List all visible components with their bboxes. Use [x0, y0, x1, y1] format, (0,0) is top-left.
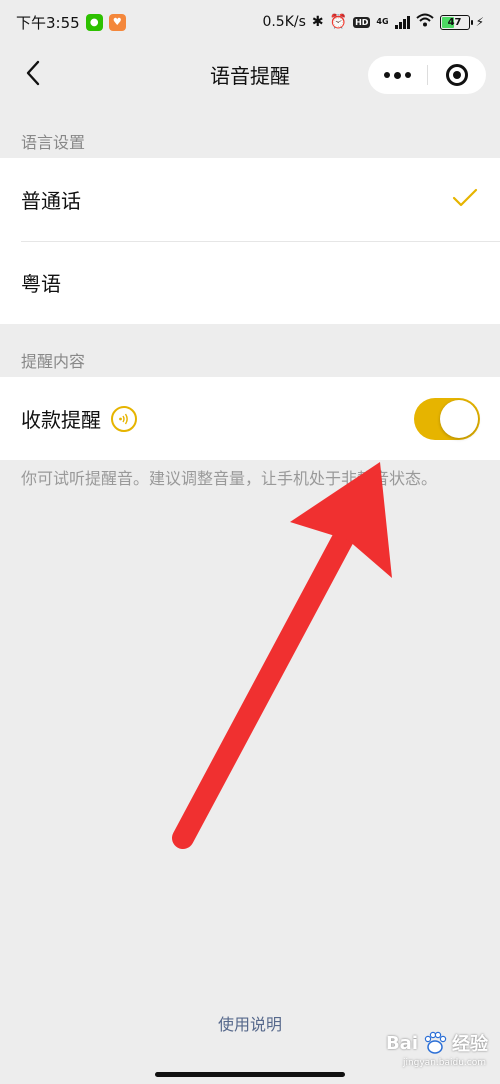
status-bar: 下午3:55 ● ♥ 0.5K/s ✱ ⏰ HD 4G 47 ⚡	[0, 0, 500, 44]
network-speed: 0.5K/s	[262, 14, 306, 30]
payment-alert-row: 收款提醒	[0, 377, 500, 460]
toggle-knob	[440, 400, 478, 438]
bluetooth-icon: ✱	[311, 14, 324, 30]
target-circle-icon	[445, 64, 468, 86]
hd-badge: HD	[353, 16, 371, 28]
reminder-content-group: 收款提醒	[0, 377, 500, 460]
app-notification-icon: ♥	[108, 13, 126, 31]
back-button[interactable]	[18, 58, 48, 88]
watermark-brand: Bai	[385, 1032, 418, 1054]
alarm-icon: ⏰	[329, 14, 348, 30]
more-button[interactable]	[368, 56, 427, 94]
home-indicator[interactable]	[155, 1072, 345, 1077]
nav-bar: 语音提醒	[0, 44, 500, 104]
language-option-mandarin[interactable]: 普通话	[0, 158, 500, 241]
language-option-cantonese[interactable]: 粤语	[0, 241, 500, 324]
hint-text: 你可试听提醒音。建议调整音量，让手机处于非静音状态。	[21, 469, 438, 488]
more-dots-icon	[383, 71, 411, 79]
language-option-label: 普通话	[21, 189, 81, 213]
close-mini-program-button[interactable]	[428, 56, 487, 94]
battery-level: 47	[447, 16, 462, 28]
charging-icon: ⚡	[475, 15, 484, 29]
paw-logo-icon	[424, 1031, 447, 1054]
battery-icon: 47	[439, 14, 473, 30]
language-options-group: 普通话 粤语	[0, 158, 500, 324]
baidu-jingyan-watermark: Bai 经验	[386, 1030, 488, 1056]
network-type: 4G	[376, 17, 389, 26]
play-sound-icon[interactable]	[111, 405, 137, 432]
watermark-brand-tail: 经验	[452, 1034, 488, 1055]
wechat-notification-icon: ●	[85, 13, 103, 31]
section-header-content: 提醒内容	[21, 352, 86, 371]
wifi-icon	[415, 13, 434, 31]
mini-program-capsule	[368, 56, 486, 94]
section-header-language: 语言设置	[21, 133, 86, 152]
payment-alert-label: 收款提醒	[21, 408, 101, 432]
checkmark-icon	[452, 188, 478, 207]
watermark-url: jingyan.baidu.com	[402, 1058, 486, 1068]
language-option-label: 粤语	[21, 272, 61, 296]
chevron-left-icon	[26, 60, 40, 86]
status-time: 下午3:55	[16, 13, 80, 32]
payment-alert-toggle[interactable]	[414, 398, 480, 440]
signal-icon	[394, 15, 410, 29]
